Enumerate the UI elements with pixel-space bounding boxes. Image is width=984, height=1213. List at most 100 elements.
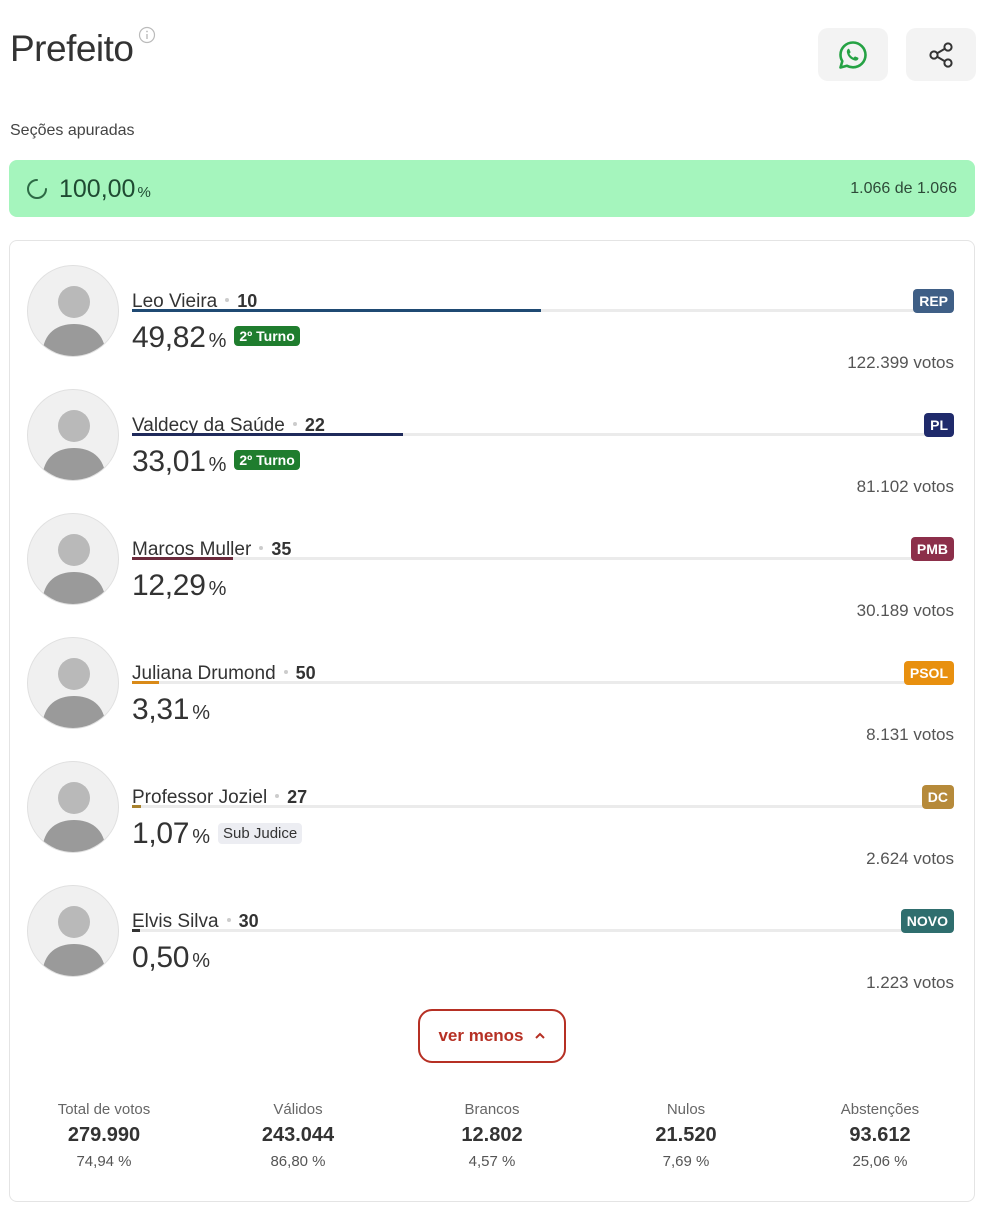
party-badge: REP (913, 289, 954, 313)
candidate-number: 50 (295, 663, 316, 683)
candidate-percent-row: 1,07% Sub Judice (132, 817, 303, 851)
candidate-row: Marcos Muller 35 12,29% PMB 30.189 votos (10, 513, 976, 623)
party-badge: DC (921, 785, 954, 809)
party-badge: PSOL (903, 661, 954, 685)
stat-value: 21.520 (655, 1124, 717, 1146)
percent-unit: % (192, 826, 210, 848)
stat-label: Abstenções (840, 1101, 920, 1118)
candidate-percent-row: 49,82% 2º Turno (132, 321, 300, 355)
show-less-label: ver menos (438, 1026, 524, 1045)
stat-percent: 25,06 % (852, 1153, 908, 1170)
stat-label: Válidos (273, 1101, 323, 1118)
candidate-votes: 1.223 votos (866, 973, 954, 992)
separator-dot (259, 545, 264, 550)
stat-label: Nulos (666, 1101, 706, 1118)
candidate-percent: 0,50 (132, 941, 190, 974)
candidate-percent: 1,07 (132, 817, 190, 850)
vote-share-track (132, 681, 953, 684)
candidate-number: 22 (304, 415, 325, 435)
vote-share-fill (132, 309, 542, 312)
candidate-votes: 2.624 votos (866, 849, 954, 868)
vote-summary: Total de votos 279.990 74,94 % Válidos 243.0… (10, 1101, 976, 1181)
candidate-avatar (27, 637, 119, 729)
candidate-number: 27 (287, 787, 308, 807)
sections-count: 1.066 de 1.066 (850, 180, 957, 197)
candidate-avatar (27, 265, 119, 357)
candidate-percent-row: 12,29% (132, 569, 226, 603)
candidate-avatar (27, 389, 119, 481)
separator-dot (226, 917, 231, 922)
vote-share-track (132, 929, 953, 932)
candidate-row: Elvis Silva 30 0,50% NOVO 1.223 votos (10, 885, 976, 995)
candidate-number: 10 (237, 291, 258, 311)
candidate-percent-row: 33,01% 2º Turno (132, 445, 300, 479)
percent-unit: % (208, 330, 227, 352)
vote-share-track (132, 557, 953, 560)
vote-share-track (132, 805, 953, 808)
candidate-row: Valdecy da Saúde 22 33,01% 2º Turno PL 81.102… (10, 389, 976, 499)
stat-value: 93.612 (849, 1124, 911, 1146)
show-less-button[interactable]: ver menos (418, 1009, 566, 1063)
candidate-avatar (27, 761, 119, 853)
candidate-percent: 33,01 (132, 445, 206, 478)
candidate-row: Professor Joziel 27 1,07% Sub Judice DC 2.624… (10, 761, 976, 871)
candidate-votes: 122.399 votos (847, 353, 954, 372)
candidate-avatar (27, 885, 119, 977)
info-icon[interactable] (138, 26, 156, 44)
sub-judice-badge: Sub Judice (218, 823, 303, 844)
stat-percent: 74,94 % (76, 1153, 132, 1170)
party-badge: PL (924, 413, 954, 437)
stat-label: Total de votos (57, 1101, 151, 1118)
whatsapp-share-button[interactable] (818, 28, 888, 81)
candidate-percent: 3,31 (132, 693, 190, 726)
candidate-percent: 12,29 (132, 569, 206, 602)
candidate-votes: 81.102 votos (856, 477, 954, 496)
separator-dot (275, 793, 280, 798)
summary-stat: Nulos 21.520 7,69 % (596, 1101, 776, 1170)
vote-share-fill (132, 805, 141, 808)
summary-stat: Abstenções 93.612 25,06 % (790, 1101, 970, 1170)
stat-percent: 7,69 % (662, 1153, 710, 1170)
stat-percent: 4,57 % (468, 1153, 516, 1170)
second-round-badge: 2º Turno (234, 450, 300, 470)
percent-unit: % (192, 950, 210, 972)
candidate-number: 35 (271, 539, 292, 559)
stat-value: 279.990 (67, 1124, 141, 1146)
stat-value: 243.044 (261, 1124, 335, 1146)
vote-share-fill (132, 433, 403, 436)
share-button[interactable] (906, 28, 976, 81)
candidate-row: Leo Vieira 10 49,82% 2º Turno REP 122.399 vot… (10, 265, 976, 375)
vote-share-track (132, 309, 953, 312)
whatsapp-icon (839, 40, 867, 69)
percent-unit: % (192, 702, 210, 724)
stat-label: Brancos (464, 1101, 520, 1118)
stat-value: 12.802 (461, 1124, 523, 1146)
results-card: Leo Vieira 10 49,82% 2º Turno REP 122.399 vot… (9, 240, 975, 1202)
candidate-votes: 8.131 votos (866, 725, 954, 744)
stat-percent: 86,80 % (270, 1153, 326, 1170)
candidate-percent-row: 3,31% (132, 693, 210, 727)
vote-share-fill (132, 681, 160, 684)
separator-dot (225, 297, 230, 302)
summary-stat: Brancos 12.802 4,57 % (402, 1101, 582, 1170)
vote-share-fill (132, 557, 233, 560)
separator-dot (292, 421, 297, 426)
sections-label: Seções apuradas (10, 122, 135, 139)
vote-share-fill (132, 929, 140, 932)
candidate-avatar (27, 513, 119, 605)
candidate-percent: 49,82 (132, 321, 206, 354)
sections-progress: 100,00% 1.066 de 1.066 (9, 160, 975, 217)
candidate-votes: 30.189 votos (856, 601, 954, 620)
page-title: Prefeito (10, 28, 134, 69)
chevron-up-icon (534, 1032, 545, 1039)
percent-unit: % (208, 578, 227, 600)
second-round-badge: 2º Turno (234, 326, 300, 346)
header: Prefeito (10, 24, 976, 84)
separator-dot (283, 669, 288, 674)
summary-stat: Total de votos 279.990 74,94 % (14, 1101, 194, 1170)
vote-share-track (132, 433, 953, 436)
sections-percent: 100,00% (59, 175, 151, 203)
party-badge: PMB (910, 537, 954, 561)
candidate-number: 30 (238, 911, 259, 931)
candidate-row: Juliana Drumond 50 3,31% PSOL 8.131 votos (10, 637, 976, 747)
